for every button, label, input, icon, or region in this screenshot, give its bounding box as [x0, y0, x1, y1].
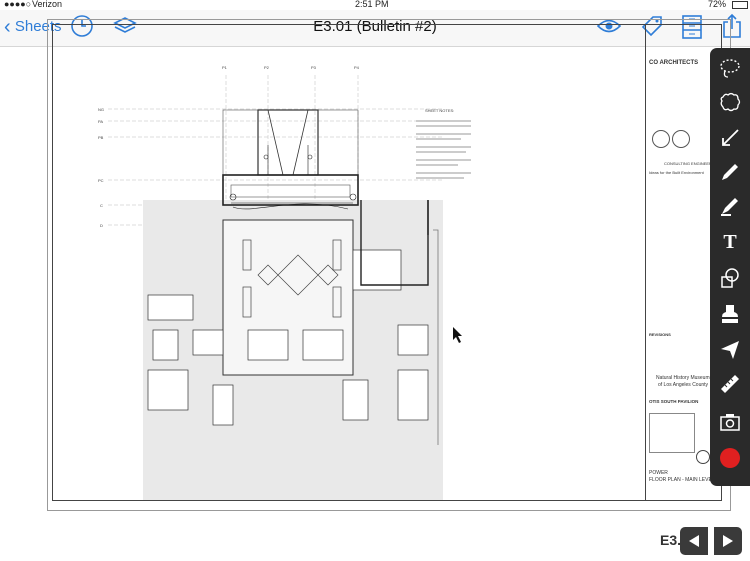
grid-label-p3: P3 — [311, 65, 317, 70]
cloud-icon — [720, 92, 741, 112]
grid-label-pa: PA — [98, 119, 103, 124]
grid-label-c: C — [100, 203, 103, 208]
text-icon: T — [723, 230, 737, 253]
shapes-icon — [721, 268, 739, 288]
engineer-tagline: Ideas for the Built Environment — [649, 170, 704, 175]
grid-label-ng: NG — [98, 107, 104, 112]
grid-label-pc: PC — [98, 178, 104, 183]
revisions-label: REVISIONS — [649, 332, 671, 337]
pen-tool[interactable] — [715, 158, 745, 186]
carrier: Verizon — [32, 0, 63, 9]
lasso-tool[interactable] — [715, 54, 745, 82]
battery-icon — [732, 1, 748, 9]
firm-seal — [652, 130, 670, 148]
floor-plan-drawing: P1 P2 P3 P4 NG PA PB PC C D SHEET NOTES: — [98, 65, 471, 500]
send-tool[interactable] — [715, 336, 745, 364]
project-name-2: of Los Angeles County — [658, 382, 709, 388]
pavilion-name: OTIS SOUTH PAVILION — [649, 399, 699, 404]
shapes-tool[interactable] — [715, 264, 745, 292]
sheet-notes-heading: SHEET NOTES: — [425, 108, 454, 113]
battery-percent: 72% — [708, 0, 727, 9]
markup-tool-panel: T — [710, 48, 750, 486]
ruler-tool[interactable] — [715, 370, 745, 398]
grid-label-p4: P4 — [354, 65, 360, 70]
engineer-name: CONSULTING ENGINEERS — [664, 161, 715, 166]
grid-label-p1: P1 — [222, 65, 228, 70]
grid-label-d: D — [100, 223, 103, 228]
camera-tool[interactable] — [715, 408, 745, 436]
firm-seal-2 — [672, 130, 690, 148]
ruler-icon — [721, 375, 739, 393]
previous-sheet-button[interactable] — [680, 527, 708, 555]
pointer-cursor — [453, 327, 462, 343]
lasso-icon — [720, 59, 740, 78]
signal-icon: ●●●●○ — [4, 0, 32, 9]
stamp-icon — [722, 305, 738, 323]
next-sheet-button[interactable] — [714, 527, 742, 555]
send-icon — [721, 341, 739, 359]
triangle-left-icon — [689, 535, 699, 547]
arrow-icon — [722, 129, 739, 146]
arrow-tool[interactable] — [715, 124, 745, 152]
camera-icon — [720, 414, 740, 431]
color-picker-button[interactable] — [715, 444, 745, 472]
sheet-notes: SHEET NOTES: — [416, 108, 471, 179]
grid-label-pb: PB — [98, 135, 104, 140]
sheet-title-1: POWER — [649, 470, 668, 476]
firm-name: CO ARCHITECTS — [649, 60, 699, 66]
status-bar: ●●●●○ Verizon 2:51 PM 72% — [0, 0, 750, 10]
triangle-right-icon — [723, 535, 733, 547]
highlighter-icon — [721, 198, 738, 216]
key-plan — [649, 413, 695, 453]
highlighter-tool[interactable] — [715, 192, 745, 220]
stamp-tool[interactable] — [715, 300, 745, 328]
sheet-title-2: FLOOR PLAN - MAIN LEVEL — [649, 477, 715, 483]
project-name-1: Natural History Museum — [656, 375, 710, 381]
color-picker-icon — [720, 448, 740, 468]
drawing-area[interactable]: P1 P2 P3 P4 NG PA PB PC C D SHEET NOTES: — [52, 24, 646, 501]
chevron-left-icon: ‹ — [4, 16, 11, 38]
cloud-tool[interactable] — [715, 88, 745, 116]
grid-label-p2: P2 — [264, 65, 270, 70]
north-arrow-icon — [696, 450, 710, 464]
clock-time: 2:51 PM — [355, 0, 389, 9]
text-tool[interactable]: T — [715, 228, 745, 256]
pen-icon — [722, 164, 738, 180]
